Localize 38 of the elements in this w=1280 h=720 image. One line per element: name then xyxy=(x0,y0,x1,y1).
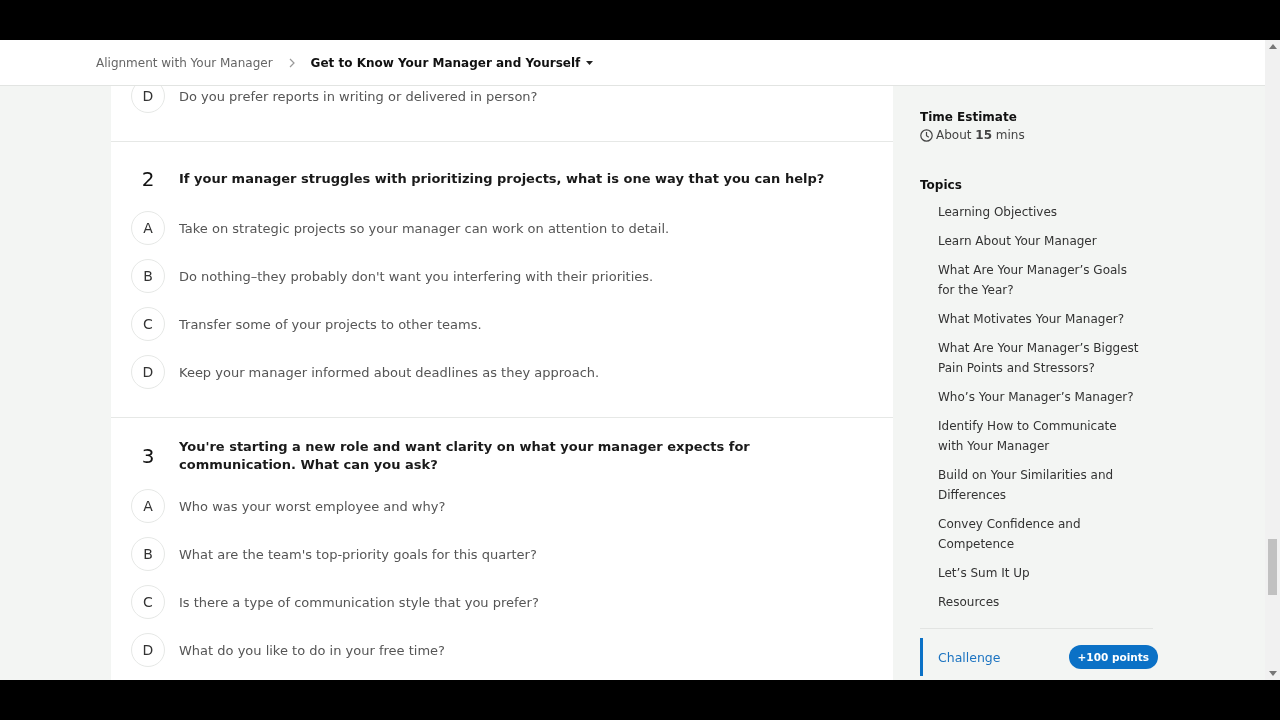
option-text: Is there a type of communication style that you prefer? xyxy=(179,594,539,610)
scroll-down-icon[interactable] xyxy=(1268,671,1277,676)
option-text: Keep your manager informed about deadlines as they approach. xyxy=(179,364,600,380)
option-text: Take on strategic projects so your manager can work on attention to detail. xyxy=(179,220,670,236)
topic-link[interactable]: What Are Your Manager’s Biggest Pain Points and Stressors? xyxy=(938,338,1143,378)
topic-link[interactable]: Identify How to Communicate with Your Manager xyxy=(938,416,1143,456)
question-number: 2 xyxy=(140,167,156,191)
clock-icon xyxy=(920,128,933,142)
option-text: What are the team's top-priority goals for this quarter? xyxy=(179,546,537,562)
topic-link[interactable]: What Motivates Your Manager? xyxy=(938,309,1143,329)
scrollbar-thumb[interactable] xyxy=(1268,539,1277,595)
breadcrumb-link[interactable]: Get to Know Your Manager and Yourself xyxy=(310,55,594,70)
option-text: Do nothing–they probably don't want you interfering with their priorities. xyxy=(179,268,654,284)
points-badge: +100 points xyxy=(1068,645,1158,669)
topic-link[interactable]: Who’s Your Manager’s Manager? xyxy=(938,387,1143,407)
challenge-link[interactable]: Challenge xyxy=(938,649,1001,665)
scroll-up-icon[interactable] xyxy=(1268,44,1277,49)
option-text: Who was your worst employee and why? xyxy=(179,498,446,514)
chevron-right-icon xyxy=(288,57,295,68)
topics-title: Topics xyxy=(920,178,963,192)
topic-link[interactable]: Learn About Your Manager xyxy=(938,231,1143,251)
topic-link[interactable]: Build on Your Similarities and Differences xyxy=(938,465,1143,505)
question-text: If your manager struggles with prioritizing projects, what is one way that you can help? xyxy=(179,170,825,188)
topic-link[interactable]: Let’s Sum It Up xyxy=(938,563,1143,583)
scrollbar[interactable] xyxy=(1265,40,1280,680)
topic-link[interactable]: What Are Your Manager’s Goals for the Year? xyxy=(938,260,1143,300)
option-text: What do you like to do in your free time? xyxy=(179,642,445,658)
question-text: You're starting a new role and want clarity on what your manager expects for communication. What can you ask? xyxy=(179,438,751,474)
time-estimate-value: About 15 mins xyxy=(936,128,1025,142)
topic-link[interactable]: Convey Confidence and Competence xyxy=(938,514,1143,554)
option-text: Transfer some of your projects to other teams. xyxy=(179,316,482,332)
caret-down-icon xyxy=(586,60,594,65)
topic-link[interactable]: Learning Objectives xyxy=(938,202,1143,222)
breadcrumb-link[interactable]: Alignment with Your Manager xyxy=(96,55,273,70)
option-text: Do you prefer reports in writing or delivered in person? xyxy=(179,88,538,104)
question-number: 3 xyxy=(140,444,156,468)
topic-link[interactable]: Resources xyxy=(938,592,1143,612)
time-estimate-title: Time Estimate xyxy=(920,110,1018,124)
